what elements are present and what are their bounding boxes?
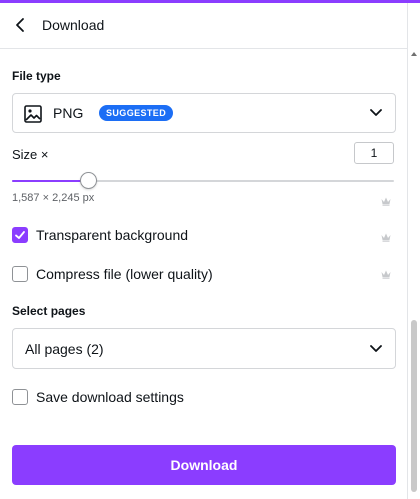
save-settings-label[interactable]: Save download settings [36,389,184,405]
scrollbar[interactable] [410,52,418,496]
suggested-badge: SUGGESTED [99,105,174,121]
image-icon [24,105,42,123]
download-panel: Download File type PNG SUGGESTED Size × … [0,3,408,499]
chevron-down-icon [370,345,382,352]
crown-icon [381,197,391,206]
scroll-up-arrow-icon[interactable] [411,52,417,56]
back-button[interactable] [10,15,30,35]
compress-file-checkbox[interactable] [12,266,28,282]
compress-file-label[interactable]: Compress file (lower quality) [36,266,213,282]
pages-select[interactable]: All pages (2) [12,328,396,369]
select-pages-label: Select pages [12,304,86,318]
crown-icon [381,233,391,242]
transparent-background-label[interactable]: Transparent background [36,227,188,243]
size-multiplier-input[interactable]: 1 [354,142,394,164]
panel-title: Download [42,17,105,33]
pages-value: All pages (2) [25,341,104,357]
crown-icon [381,270,391,279]
output-dimensions: 1,587 × 2,245 px [12,192,95,204]
chevron-left-icon [16,18,24,32]
checkmark-icon [15,231,25,239]
file-type-label: File type [12,69,61,83]
size-slider-fill [12,180,89,182]
size-slider-thumb[interactable] [80,172,98,189]
transparent-background-checkbox[interactable] [12,227,28,243]
download-button[interactable]: Download [12,445,396,485]
file-type-value: PNG [53,105,84,121]
panel-header: Download [0,3,408,49]
chevron-down-icon [370,109,382,116]
size-label: Size × [12,147,49,162]
file-type-select[interactable]: PNG SUGGESTED [12,93,396,133]
save-settings-checkbox[interactable] [12,389,28,405]
scrollbar-thumb[interactable] [411,320,417,492]
